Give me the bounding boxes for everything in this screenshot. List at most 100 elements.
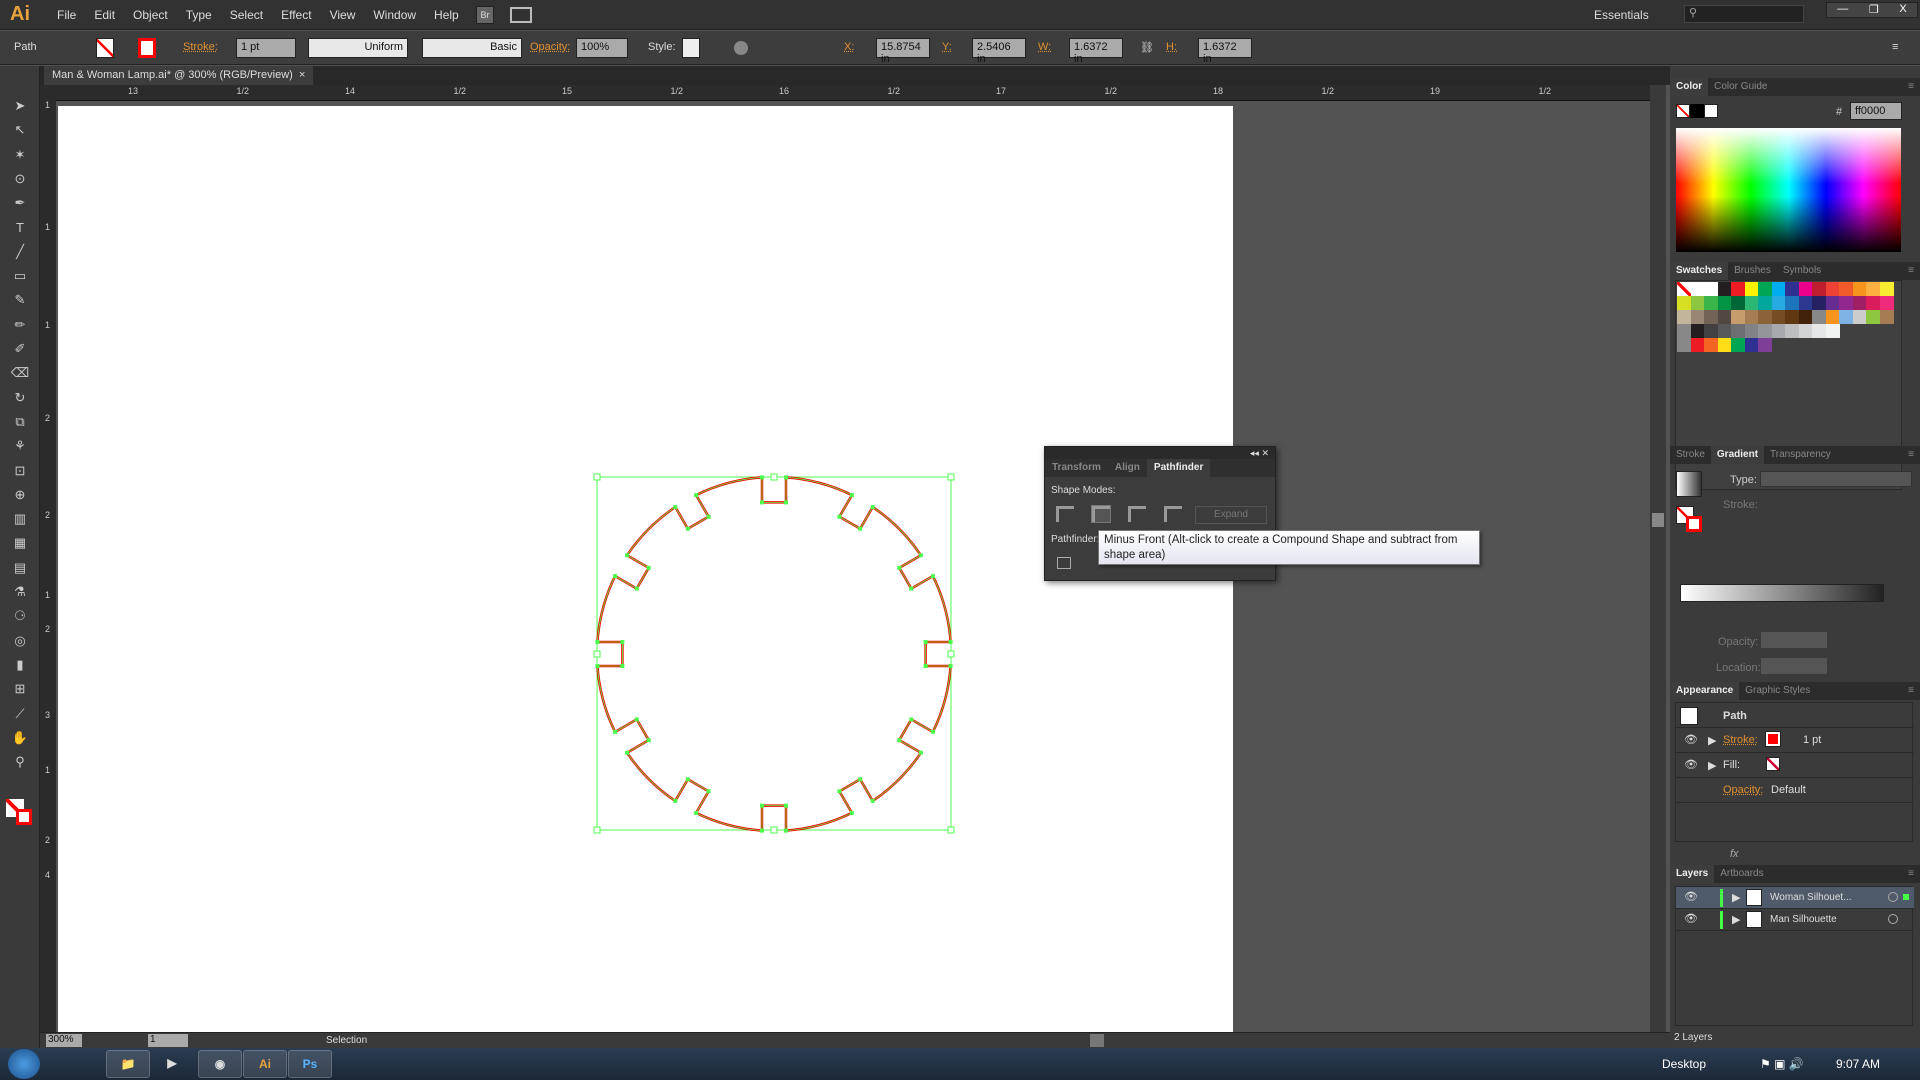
opacity-label[interactable]: Opacity: [1723, 784, 1763, 796]
visibility-eye-icon[interactable]: 👁 [1684, 912, 1698, 925]
swatch[interactable] [1771, 310, 1786, 324]
swatch[interactable] [1690, 324, 1705, 338]
swatch[interactable] [1677, 310, 1691, 324]
swatch[interactable] [1879, 282, 1894, 296]
swatch[interactable] [1677, 324, 1691, 338]
swatch[interactable] [1690, 282, 1705, 296]
swatch[interactable] [1839, 310, 1853, 324]
swatch[interactable] [1798, 310, 1813, 324]
close-panel-icon[interactable]: ✕ [1261, 448, 1269, 458]
close-tab-icon[interactable]: × [299, 69, 305, 81]
graphic-style-swatch[interactable] [682, 38, 700, 58]
swatch[interactable] [1879, 296, 1894, 310]
swatch[interactable] [1825, 282, 1840, 296]
menu-file[interactable]: File [48, 8, 85, 22]
hex-field[interactable]: ff0000 [1850, 102, 1902, 120]
swatch[interactable] [1879, 310, 1894, 324]
restore-icon[interactable]: ❐ [1869, 3, 1879, 17]
clock[interactable]: 9:07 AM [1836, 1057, 1880, 1071]
swatch[interactable] [1852, 282, 1867, 296]
layer-row[interactable]: 👁 ▶ Woman Silhouet... [1676, 887, 1914, 909]
swatch[interactable] [1825, 296, 1840, 310]
tab-stroke[interactable]: Stroke [1670, 446, 1711, 464]
illustrator-taskbar-button[interactable]: Ai [243, 1050, 287, 1078]
tool-7-icon[interactable]: ▭ [10, 266, 30, 286]
explorer-taskbar-button[interactable]: 📁 [106, 1050, 150, 1078]
tool-2-icon[interactable]: ✶ [10, 145, 30, 165]
panel-menu-icon[interactable]: ≡ [1892, 41, 1898, 53]
tool-12-icon[interactable]: ↻ [10, 388, 30, 408]
appearance-stroke-row[interactable]: 👁 ▶ Stroke: 1 pt [1676, 728, 1914, 753]
divide-button[interactable] [1057, 557, 1071, 569]
swatch[interactable] [1704, 324, 1718, 338]
tool-10-icon[interactable]: ✐ [10, 339, 30, 359]
unite-button[interactable] [1055, 505, 1075, 523]
x-field[interactable]: 15.8754 in [876, 38, 930, 65]
stroke-color-swatch[interactable] [1765, 731, 1781, 747]
tool-4-icon[interactable]: ✒ [10, 193, 30, 213]
tool-11-icon[interactable]: ⌫ [10, 363, 30, 383]
menu-window[interactable]: Window [364, 8, 425, 22]
tab-transform[interactable]: Transform [1045, 459, 1108, 477]
tab-symbols[interactable]: Symbols [1777, 262, 1827, 280]
stroke-weight[interactable]: 1 pt [1803, 734, 1821, 746]
vertical-scrollbar[interactable] [1650, 85, 1666, 1032]
chrome-taskbar-button[interactable]: ◉ [198, 1050, 242, 1078]
tab-pathfinder[interactable]: Pathfinder [1146, 459, 1211, 477]
swatch[interactable] [1812, 296, 1826, 310]
tool-9-icon[interactable]: ✏ [10, 315, 30, 335]
swatch[interactable] [1812, 310, 1826, 324]
panel-menu-icon[interactable]: ≡ [1902, 682, 1920, 700]
swatch[interactable] [1852, 296, 1867, 310]
menu-view[interactable]: View [321, 8, 365, 22]
fill-color-swatch[interactable] [1766, 757, 1780, 771]
gradient-preview[interactable] [1676, 471, 1702, 497]
visibility-eye-icon[interactable]: 👁 [1684, 758, 1698, 771]
media-player-taskbar-button[interactable]: ▶ [150, 1050, 194, 1078]
tool-15-icon[interactable]: ⊡ [10, 461, 30, 481]
tool-18-icon[interactable]: ▦ [10, 533, 30, 553]
swatch[interactable] [1717, 338, 1732, 352]
tool-25-icon[interactable]: ⟋ [10, 704, 30, 724]
tool-26-icon[interactable]: ✋ [10, 728, 30, 748]
tool-3-icon[interactable]: ⊙ [10, 169, 30, 189]
stroke-label[interactable]: Stroke: [183, 41, 218, 53]
panel-menu-icon[interactable]: ≡ [1902, 446, 1920, 464]
swatch[interactable] [1771, 296, 1786, 310]
expand-arrow-icon[interactable]: ▶ [1732, 891, 1740, 904]
tab-transparency[interactable]: Transparency [1764, 446, 1837, 464]
tab-color-guide[interactable]: Color Guide [1708, 78, 1773, 96]
swatch[interactable] [1866, 282, 1880, 296]
tool-16-icon[interactable]: ⊕ [10, 485, 30, 505]
swatch[interactable] [1731, 296, 1745, 310]
tray-icons[interactable]: ⚑ ▣ 🔊 [1760, 1057, 1804, 1071]
swatch[interactable] [1825, 324, 1840, 338]
tab-graphic-styles[interactable]: Graphic Styles [1739, 682, 1816, 700]
tab-color[interactable]: Color [1670, 78, 1709, 96]
swatch[interactable] [1690, 310, 1705, 324]
swatch[interactable] [1731, 282, 1745, 296]
start-button[interactable] [8, 1049, 40, 1079]
swatch[interactable] [1758, 338, 1772, 352]
intersect-button[interactable] [1127, 505, 1147, 523]
gradient-location-field[interactable] [1761, 658, 1827, 674]
swatch[interactable] [1690, 296, 1705, 310]
status-tool[interactable]: Selection [326, 1035, 367, 1046]
swatch[interactable] [1798, 282, 1813, 296]
collapse-icon[interactable]: ◂◂ [1250, 448, 1259, 458]
menu-type[interactable]: Type [177, 8, 221, 22]
expand-arrow-icon[interactable]: ▶ [1732, 913, 1740, 926]
document-tab[interactable]: Man & Woman Lamp.ai* @ 300% (RGB/Preview… [44, 66, 314, 85]
color-none-swatch[interactable] [1676, 104, 1690, 118]
workspace-switcher[interactable]: Essentials [1594, 8, 1649, 22]
tool-14-icon[interactable]: ⚘ [10, 436, 30, 456]
swatch[interactable] [1744, 324, 1759, 338]
opacity-field[interactable]: 100% [576, 38, 628, 58]
swatch[interactable] [1758, 310, 1772, 324]
gradient-type-select[interactable] [1760, 471, 1912, 487]
exclude-button[interactable] [1163, 505, 1183, 523]
swatch[interactable] [1704, 296, 1718, 310]
swatch[interactable] [1785, 310, 1799, 324]
swatch[interactable] [1866, 310, 1880, 324]
color-spectrum[interactable] [1676, 128, 1901, 252]
